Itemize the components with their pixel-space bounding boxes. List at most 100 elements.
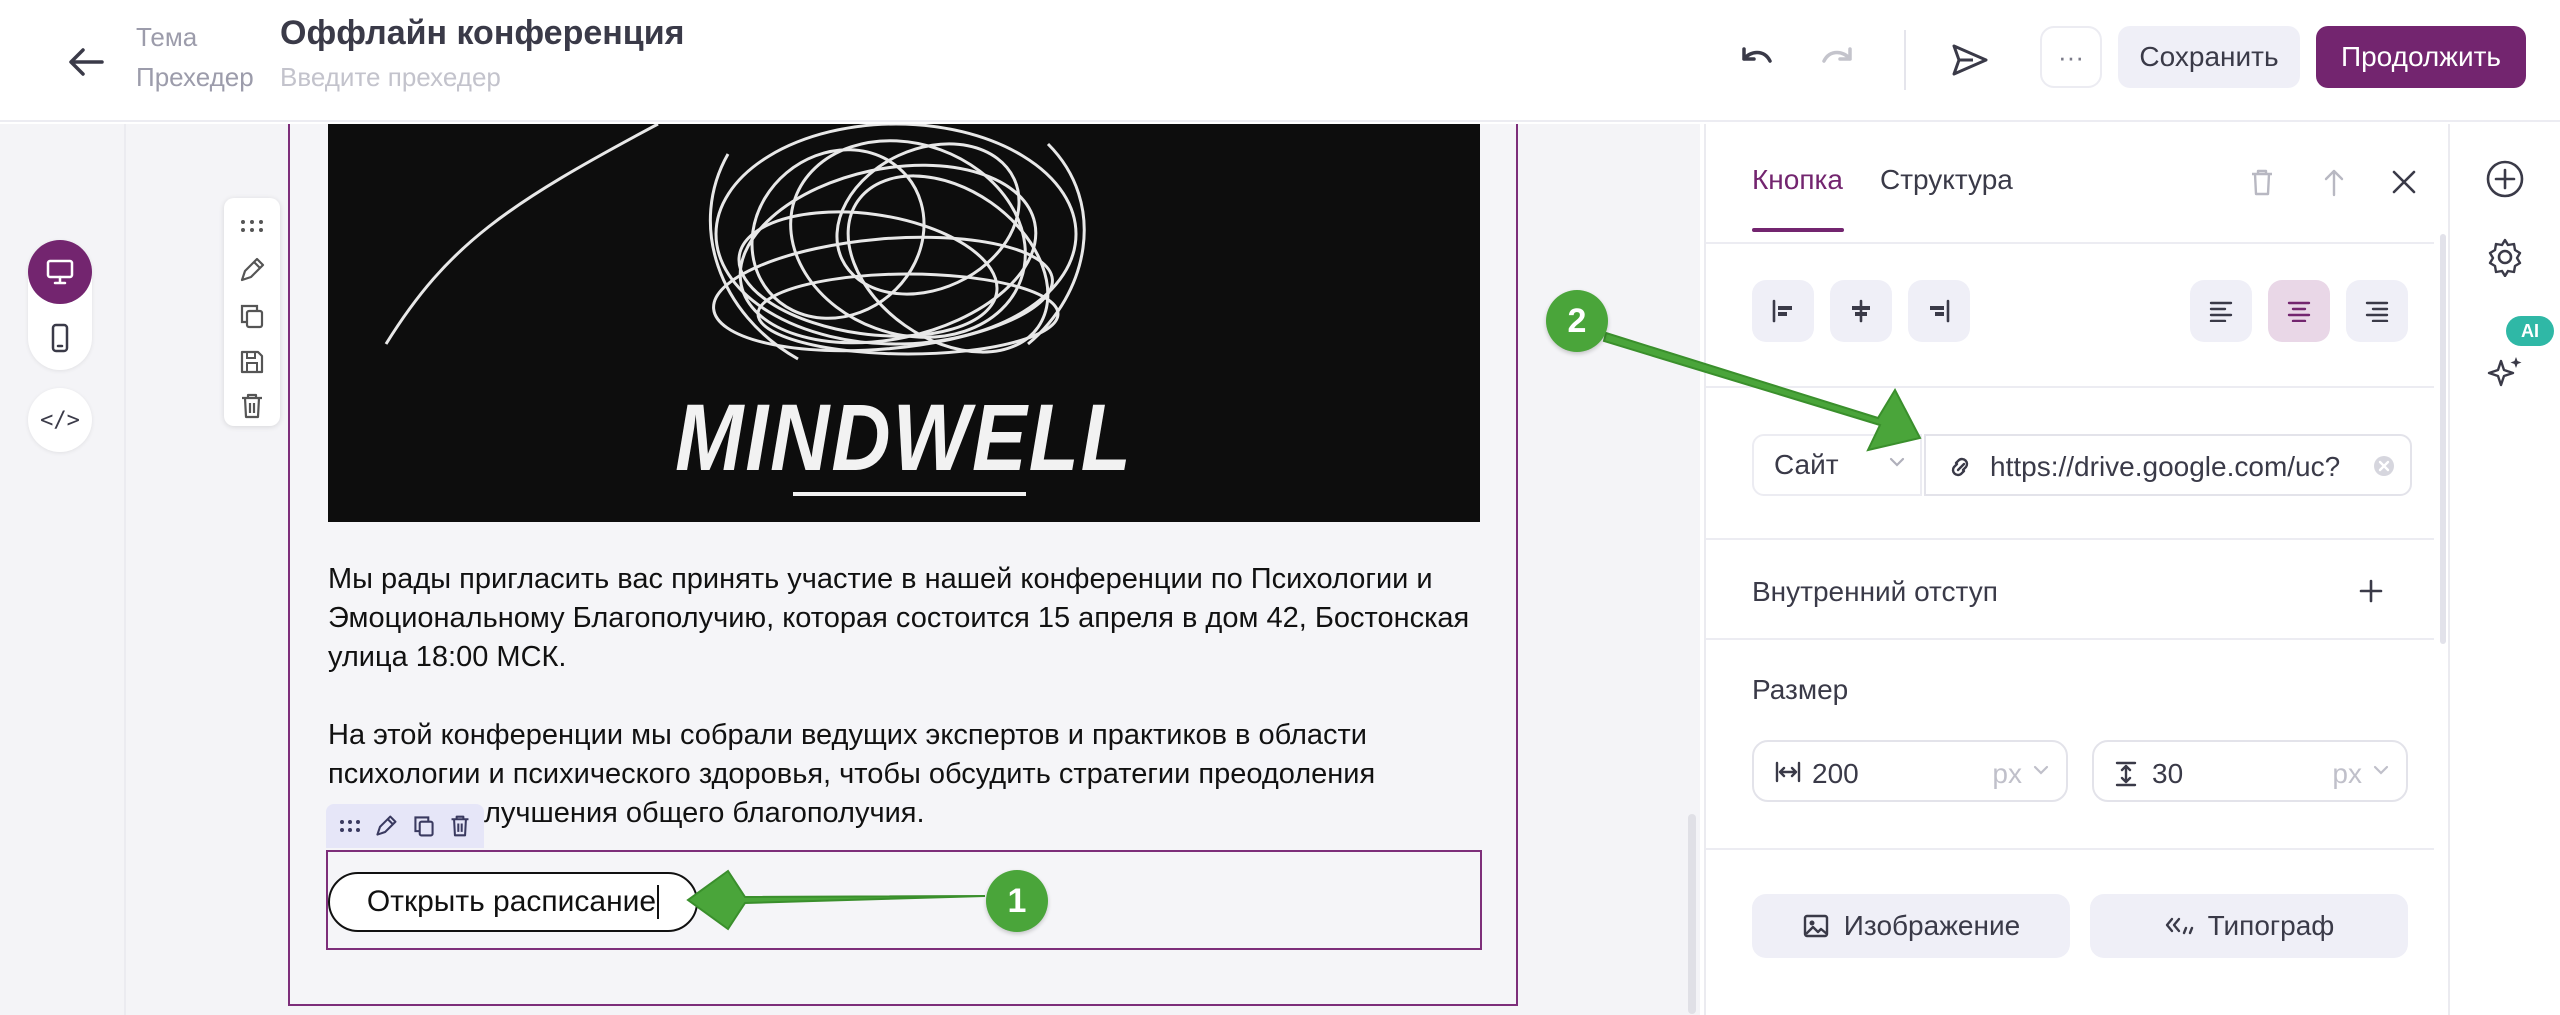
align-left-icon [1772, 299, 1792, 323]
typograph-button[interactable]: Типограф [2090, 894, 2408, 958]
width-icon [1775, 761, 1801, 783]
height-value: 30 [2152, 758, 2184, 789]
redo-button[interactable] [1810, 32, 1866, 88]
schedule-button[interactable]: Открыть расписание [328, 872, 698, 932]
image-button-label: Изображение [1843, 910, 2021, 941]
typograph-button-label: Типограф [2207, 910, 2335, 941]
tab-button[interactable]: Кнопка [1752, 164, 1843, 196]
subject-input[interactable]: Оффлайн конференция [280, 14, 684, 53]
clear-icon[interactable] [2372, 454, 2396, 478]
close-panel-button[interactable] [2376, 154, 2432, 210]
padding-label: Внутренний отступ [1752, 576, 1998, 607]
intro-paragraph[interactable]: Мы рады пригласить вас принять участие в… [328, 560, 1480, 677]
preheader-input[interactable]: Введите прехедер [280, 62, 501, 93]
image-button[interactable]: Изображение [1752, 894, 2070, 958]
separator [1706, 242, 2434, 244]
hero-image-logo-text: MINDWELL [675, 386, 1133, 491]
canvas-scrollbar[interactable] [1688, 814, 1696, 1014]
button-block-toolbar [326, 804, 484, 848]
back-button[interactable] [60, 36, 112, 88]
drag-handle-icon[interactable] [339, 819, 361, 833]
details-paragraph-line3[interactable]: лучшения общего благополучия. [484, 794, 1474, 833]
link-type-select[interactable]: Сайт [1752, 434, 1922, 496]
block-drag-handle[interactable] [224, 206, 280, 246]
sparkles-icon [2487, 357, 2522, 387]
gear-icon [2488, 238, 2522, 277]
width-value: 200 [1812, 758, 1859, 789]
settings-panel: Кнопка Структура Сайт https://drive.goog… [1704, 124, 2448, 1015]
chevron-down-icon [2033, 765, 2049, 775]
device-switcher [28, 240, 92, 370]
button-align-right[interactable] [1908, 280, 1970, 342]
continue-button[interactable]: Продолжить [2316, 26, 2526, 88]
close-icon [2392, 170, 2416, 194]
image-icon [1803, 914, 1828, 938]
width-unit[interactable]: px [1992, 758, 2022, 790]
tab-structure[interactable]: Структура [1880, 164, 2013, 196]
add-block-button[interactable] [2474, 148, 2536, 210]
right-rail: AI [2448, 124, 2560, 1015]
drag-handle-icon [241, 220, 263, 232]
email-body: MINDWELL Мы рады пригласить вас принять … [288, 124, 1518, 1006]
header-divider [1904, 30, 1906, 90]
undo-button[interactable] [1728, 32, 1784, 88]
desktop-view-button[interactable] [28, 240, 92, 304]
height-unit[interactable]: px [2332, 758, 2362, 790]
save-button[interactable]: Сохранить [2118, 26, 2300, 88]
separator [1706, 386, 2434, 388]
block-delete-button[interactable] [224, 386, 280, 426]
send-icon [1952, 44, 1988, 76]
subject-label: Тема [136, 22, 198, 52]
floppy-disk-icon [240, 350, 264, 374]
text-align-center[interactable] [2268, 280, 2330, 342]
ai-assistant-button[interactable] [2474, 342, 2536, 404]
block-save-button[interactable] [224, 342, 280, 382]
quote-marks-icon [2165, 917, 2193, 935]
pencil-icon[interactable] [374, 814, 398, 838]
panel-scrollbar[interactable] [2440, 234, 2446, 644]
link-url-input[interactable]: https://drive.google.com/uc? [1924, 434, 2412, 496]
arrow-left-icon [69, 48, 104, 76]
button-align-left[interactable] [1752, 280, 1814, 342]
block-edit-button[interactable] [224, 250, 280, 290]
text-align-left-icon [2209, 301, 2233, 322]
send-test-button[interactable] [1942, 32, 1998, 88]
select-parent-button[interactable] [2306, 154, 2362, 210]
schedule-button-label[interactable]: Открыть расписание [367, 885, 656, 919]
top-header: Тема Прехедер Оффлайн конференция Введит… [0, 0, 2560, 122]
height-icon [2115, 761, 2137, 787]
copy-icon[interactable] [412, 814, 436, 838]
button-align-center[interactable] [1830, 280, 1892, 342]
left-rail: </> [0, 124, 126, 1015]
settings-button[interactable] [2474, 226, 2536, 288]
separator [1706, 638, 2434, 640]
separator [1706, 848, 2434, 850]
text-cursor [657, 885, 660, 919]
separator [1706, 538, 2434, 540]
undo-icon [1742, 47, 1772, 63]
mobile-view-button[interactable] [28, 306, 92, 370]
plus-icon [2359, 579, 2383, 603]
delete-block-button[interactable] [2234, 154, 2290, 210]
hero-image[interactable]: MINDWELL [328, 124, 1480, 522]
block-copy-button[interactable] [224, 296, 280, 336]
details-paragraph-line2[interactable]: психологии и психического здоровья, чтоб… [328, 755, 1480, 794]
width-input[interactable]: 200 px [1752, 740, 2068, 802]
align-center-icon [1852, 299, 1870, 323]
link-icon [1951, 457, 1969, 477]
editor-canvas: </> MINDWELL Мы рады пригласить вас прин… [0, 124, 1700, 1015]
preheader-label: Прехедер [136, 62, 254, 92]
logo-underline [793, 492, 1026, 496]
trash-icon[interactable] [449, 814, 471, 838]
add-padding-button[interactable] [2346, 566, 2396, 616]
code-view-button[interactable]: </> [28, 388, 92, 452]
height-input[interactable]: 30 px [2092, 740, 2408, 802]
trash-icon [242, 393, 262, 419]
more-options-button[interactable]: ··· [2040, 26, 2102, 88]
text-align-left[interactable] [2190, 280, 2252, 342]
text-align-right[interactable] [2346, 280, 2408, 342]
scribble-illustration [384, 124, 1086, 361]
text-align-center-icon [2287, 301, 2311, 322]
plus-circle-icon [2486, 160, 2524, 198]
details-paragraph-line1[interactable]: На этой конференции мы собрали ведущих э… [328, 716, 1480, 755]
